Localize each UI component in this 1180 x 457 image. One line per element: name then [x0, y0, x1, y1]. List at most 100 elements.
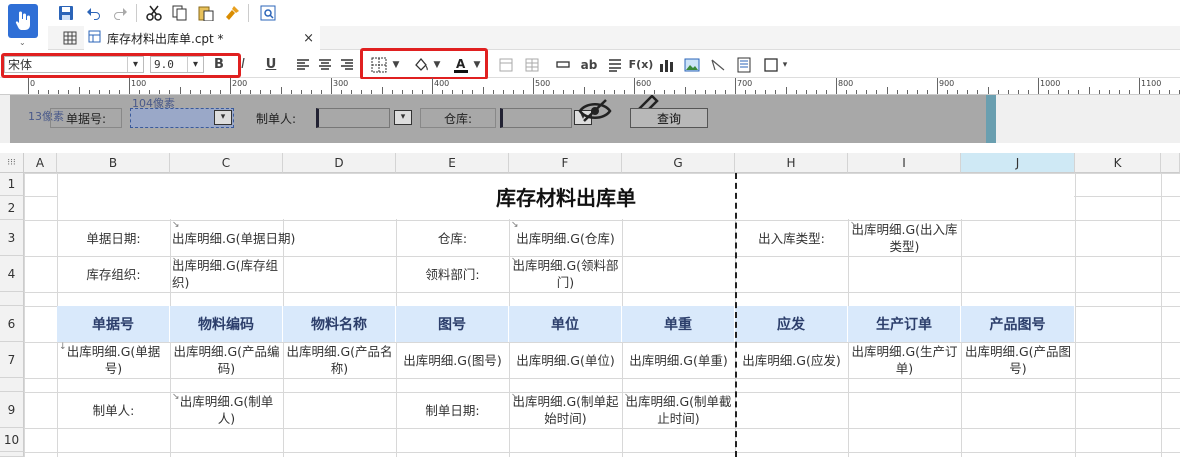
row-header-7[interactable]: 7: [0, 342, 24, 378]
ruler-label: 300: [333, 79, 349, 88]
col-header-i[interactable]: I: [848, 153, 961, 173]
eye-hidden-icon[interactable]: [578, 97, 612, 125]
col-header-j[interactable]: J: [961, 153, 1075, 173]
row-header-5[interactable]: [0, 292, 24, 306]
row-header-1[interactable]: 1: [0, 173, 24, 196]
rich-text-icon[interactable]: [606, 55, 624, 74]
col-header-b[interactable]: B: [57, 153, 170, 173]
grid-corner[interactable]: ⁝⁝⁝: [0, 153, 24, 173]
cell-f4[interactable]: 出库明细.G(领料部门): [509, 256, 622, 292]
header-wuliao-code[interactable]: 物料编码: [170, 306, 283, 342]
row-header-11[interactable]: [0, 452, 24, 457]
cell-h7[interactable]: 出库明细.G(应发): [735, 342, 848, 378]
cell-i3[interactable]: 出库明细.G(出入库类型): [848, 220, 961, 256]
cell-c3[interactable]: 出库明细.G(单据日期): [170, 220, 320, 256]
chart-icon[interactable]: [658, 55, 676, 74]
paste-icon[interactable]: [196, 3, 216, 23]
cell-b3[interactable]: 单据日期:: [57, 220, 170, 256]
col-header-c[interactable]: C: [170, 153, 283, 173]
col-header-f[interactable]: F: [509, 153, 622, 173]
slash-icon[interactable]: [708, 55, 728, 74]
col-header-l[interactable]: [1161, 153, 1180, 173]
align-right-icon[interactable]: [338, 55, 356, 74]
header-tuhao[interactable]: 图号: [396, 306, 509, 342]
col-header-e[interactable]: E: [396, 153, 509, 173]
cell-c9[interactable]: 出库明细.G(制单人): [170, 392, 283, 428]
undo-icon[interactable]: [84, 3, 104, 23]
copy-icon[interactable]: [170, 3, 190, 23]
col-header-g[interactable]: G: [622, 153, 735, 173]
header-order[interactable]: 生产订单: [848, 306, 961, 342]
ruler-tick: [613, 90, 615, 94]
formula-button[interactable]: F(x): [629, 55, 654, 74]
report-title[interactable]: 库存材料出库单: [58, 174, 1074, 219]
col-header-d[interactable]: D: [283, 153, 396, 173]
row-header-2[interactable]: 2: [0, 196, 24, 220]
cell-b7[interactable]: 出库明细.G(单据号): [57, 342, 170, 378]
sub-report-icon[interactable]: [734, 55, 754, 74]
dropdown-icon[interactable]: ▾: [394, 110, 412, 125]
row-header-10[interactable]: 10: [0, 428, 24, 452]
ruler-tick: [846, 90, 848, 94]
cut-icon[interactable]: [144, 3, 164, 23]
cell-e7[interactable]: 出库明细.G(图号): [396, 342, 509, 378]
preview-icon[interactable]: [258, 3, 278, 23]
cell-c4[interactable]: 出库明细.G(库存组织): [170, 256, 283, 292]
cell-e4[interactable]: 领料部门:: [396, 256, 509, 292]
underline-button[interactable]: U: [262, 55, 280, 74]
align-left-icon[interactable]: [294, 55, 312, 74]
cangku-input[interactable]: [500, 108, 572, 128]
row-header-4[interactable]: 4: [0, 256, 24, 292]
chevron-down-icon[interactable]: ⌄: [19, 38, 26, 47]
cell-e9[interactable]: 制单日期:: [396, 392, 509, 428]
row-header-3[interactable]: 3: [0, 220, 24, 256]
col-header-k[interactable]: K: [1075, 153, 1161, 173]
cell-g7[interactable]: 出库明细.G(单重): [622, 342, 735, 378]
cell-f3[interactable]: 出库明细.G(仓库): [509, 220, 622, 256]
text-label-button[interactable]: ab: [578, 55, 600, 74]
header-danwei[interactable]: 单位: [509, 306, 622, 342]
header-danju[interactable]: 单据号: [57, 306, 170, 342]
cell-f9[interactable]: 出库明细.G(制单起始时间): [509, 392, 622, 428]
header-wuliao-name[interactable]: 物料名称: [283, 306, 396, 342]
unmerge-cells-icon[interactable]: [522, 55, 542, 74]
cell-d7[interactable]: 出库明细.G(产品名称): [283, 342, 396, 378]
cell-c7[interactable]: 出库明细.G(产品编码): [170, 342, 283, 378]
row-header-9[interactable]: 9: [0, 392, 24, 428]
format-brush-icon[interactable]: [222, 3, 242, 23]
image-icon[interactable]: [682, 55, 702, 74]
insert-widget-icon[interactable]: [760, 55, 782, 74]
cell-i7[interactable]: 出库明细.G(生产订单): [848, 342, 961, 378]
cell-b9[interactable]: 制单人:: [57, 392, 170, 428]
cell-h3[interactable]: 出入库类型:: [735, 220, 848, 256]
cell-e3[interactable]: 仓库:: [396, 220, 509, 256]
row-header-8[interactable]: [0, 378, 24, 392]
merge-cells-icon[interactable]: [496, 55, 516, 74]
cell-b4[interactable]: 库存组织:: [57, 256, 170, 292]
cell-g9[interactable]: 出库明细.G(制单截止时间): [622, 392, 735, 428]
ruler-tick: [825, 90, 827, 94]
zhidan-input[interactable]: [316, 108, 390, 128]
save-icon[interactable]: [56, 3, 76, 23]
ruler-tick: [209, 90, 211, 94]
tab-report[interactable]: 库存材料出库单.cpt * ×: [84, 26, 320, 50]
col-header-a[interactable]: A: [24, 153, 57, 173]
header-product-tuhao[interactable]: 产品图号: [961, 306, 1075, 342]
ruler-tick: [886, 87, 888, 94]
chevron-down-icon[interactable]: ▾: [780, 55, 790, 74]
grid-icon[interactable]: [60, 29, 80, 47]
cell-f7[interactable]: 出库明细.G(单位): [509, 342, 622, 378]
row-header-6[interactable]: 6: [0, 306, 24, 342]
app-logo[interactable]: [8, 4, 38, 38]
cell-j7[interactable]: 出库明细.G(产品图号): [961, 342, 1075, 378]
align-center-icon[interactable]: [316, 55, 334, 74]
header-yingfa[interactable]: 应发: [735, 306, 848, 342]
insert-text-icon[interactable]: [554, 55, 572, 74]
col-header-h[interactable]: H: [735, 153, 848, 173]
dropdown-icon[interactable]: ▾: [214, 110, 232, 125]
query-button[interactable]: 查询: [630, 108, 708, 128]
header-danzhong[interactable]: 单重: [622, 306, 735, 342]
redo-icon[interactable]: [110, 3, 130, 23]
close-icon[interactable]: ×: [303, 31, 314, 46]
ruler-tick: [462, 90, 464, 94]
